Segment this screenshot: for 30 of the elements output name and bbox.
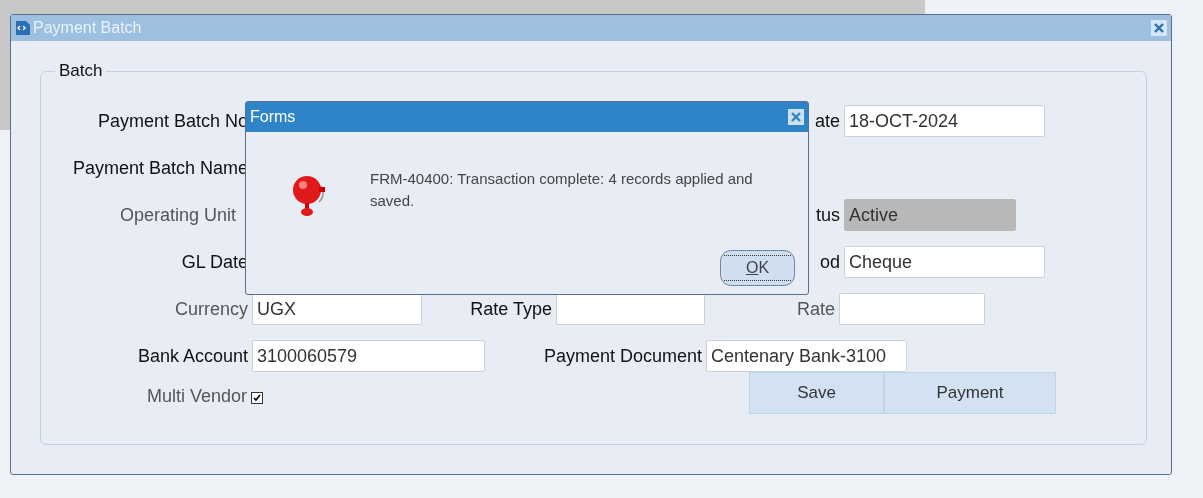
message-text: FRM-40400: Transaction complete: 4 records applied and saved. [370, 169, 754, 211]
window-title: Payment Batch [33, 19, 142, 37]
field-label: Payment Batch Name [71, 157, 249, 179]
field-label: Currency [173, 298, 249, 320]
ok-button[interactable]: OK [720, 250, 795, 286]
dialog-title: Forms [250, 108, 296, 126]
payment-document-field[interactable]: Centenary Bank-3100 [706, 340, 907, 372]
field-label: Operating Unit [118, 204, 237, 226]
rate-type-field[interactable] [556, 293, 705, 325]
field-label: Rate Type [469, 298, 553, 320]
date-field[interactable]: 18-OCT-2024 [844, 105, 1045, 137]
bank-account-field[interactable]: 3100060579 [252, 340, 485, 372]
field-label: Multi Vendor [145, 386, 248, 407]
action-button[interactable]: Payment [884, 372, 1056, 414]
action-button[interactable]: Save [749, 372, 884, 414]
field-label: GL Date [180, 251, 249, 273]
field-label: Bank Account [136, 345, 249, 367]
field-label: Rate [795, 298, 836, 320]
group-title: Batch [58, 61, 104, 81]
form-icon [15, 20, 31, 36]
field-label: Payment Document [542, 345, 703, 367]
close-icon[interactable] [788, 109, 804, 125]
currency-field[interactable]: UGX [252, 293, 422, 325]
checkbox[interactable] [251, 392, 263, 404]
field-label: ate [813, 110, 841, 132]
field-label: tus [815, 204, 841, 226]
method-field[interactable]: Cheque [844, 246, 1045, 278]
close-icon[interactable] [1151, 20, 1167, 36]
field-label: od [818, 251, 841, 273]
rate-field[interactable] [839, 293, 985, 325]
